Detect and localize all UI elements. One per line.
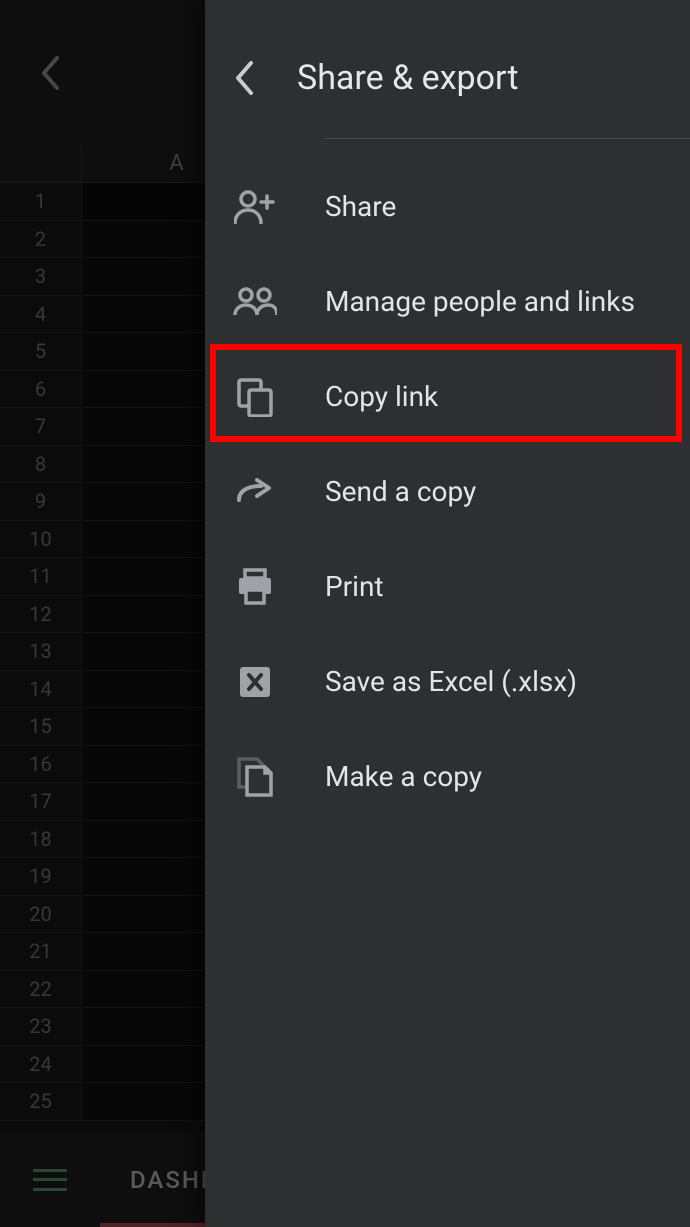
menu-item-print[interactable]: Print: [205, 539, 690, 634]
panel-title: Share & export: [297, 58, 519, 98]
people-icon: [233, 280, 277, 324]
menu-item-send-a-copy[interactable]: Send a copy: [205, 444, 690, 539]
menu-item-label: Print: [325, 570, 384, 603]
share-export-panel: Share & export Share Manage people and li…: [205, 0, 690, 1227]
menu-item-share[interactable]: Share: [205, 159, 690, 254]
menu-item-label: Manage people and links: [325, 285, 635, 318]
panel-back-button[interactable]: [233, 60, 255, 96]
menu-item-copy-link[interactable]: Copy link: [205, 349, 690, 444]
menu-item-label: Share: [325, 190, 396, 223]
app-root: A 12345678910111213141516171819202122232…: [0, 0, 690, 1227]
forward-icon: [233, 470, 277, 514]
menu-item-label: Save as Excel (.xlsx): [325, 665, 577, 698]
menu-item-label: Copy link: [325, 380, 438, 413]
menu-item-label: Make a copy: [325, 760, 482, 793]
file-copy-icon: [233, 755, 277, 799]
print-icon: [233, 565, 277, 609]
menu-item-save-as-excel-xlsx[interactable]: Save as Excel (.xlsx): [205, 634, 690, 729]
person-add-icon: [233, 185, 277, 229]
panel-header: Share & export: [205, 0, 690, 138]
menu-item-make-a-copy[interactable]: Make a copy: [205, 729, 690, 824]
menu-list: Share Manage people and links Copy link Sen…: [205, 139, 690, 824]
menu-item-manage-people-and-links[interactable]: Manage people and links: [205, 254, 690, 349]
excel-icon: [233, 660, 277, 704]
copy-icon: [233, 375, 277, 419]
menu-item-label: Send a copy: [325, 475, 476, 508]
